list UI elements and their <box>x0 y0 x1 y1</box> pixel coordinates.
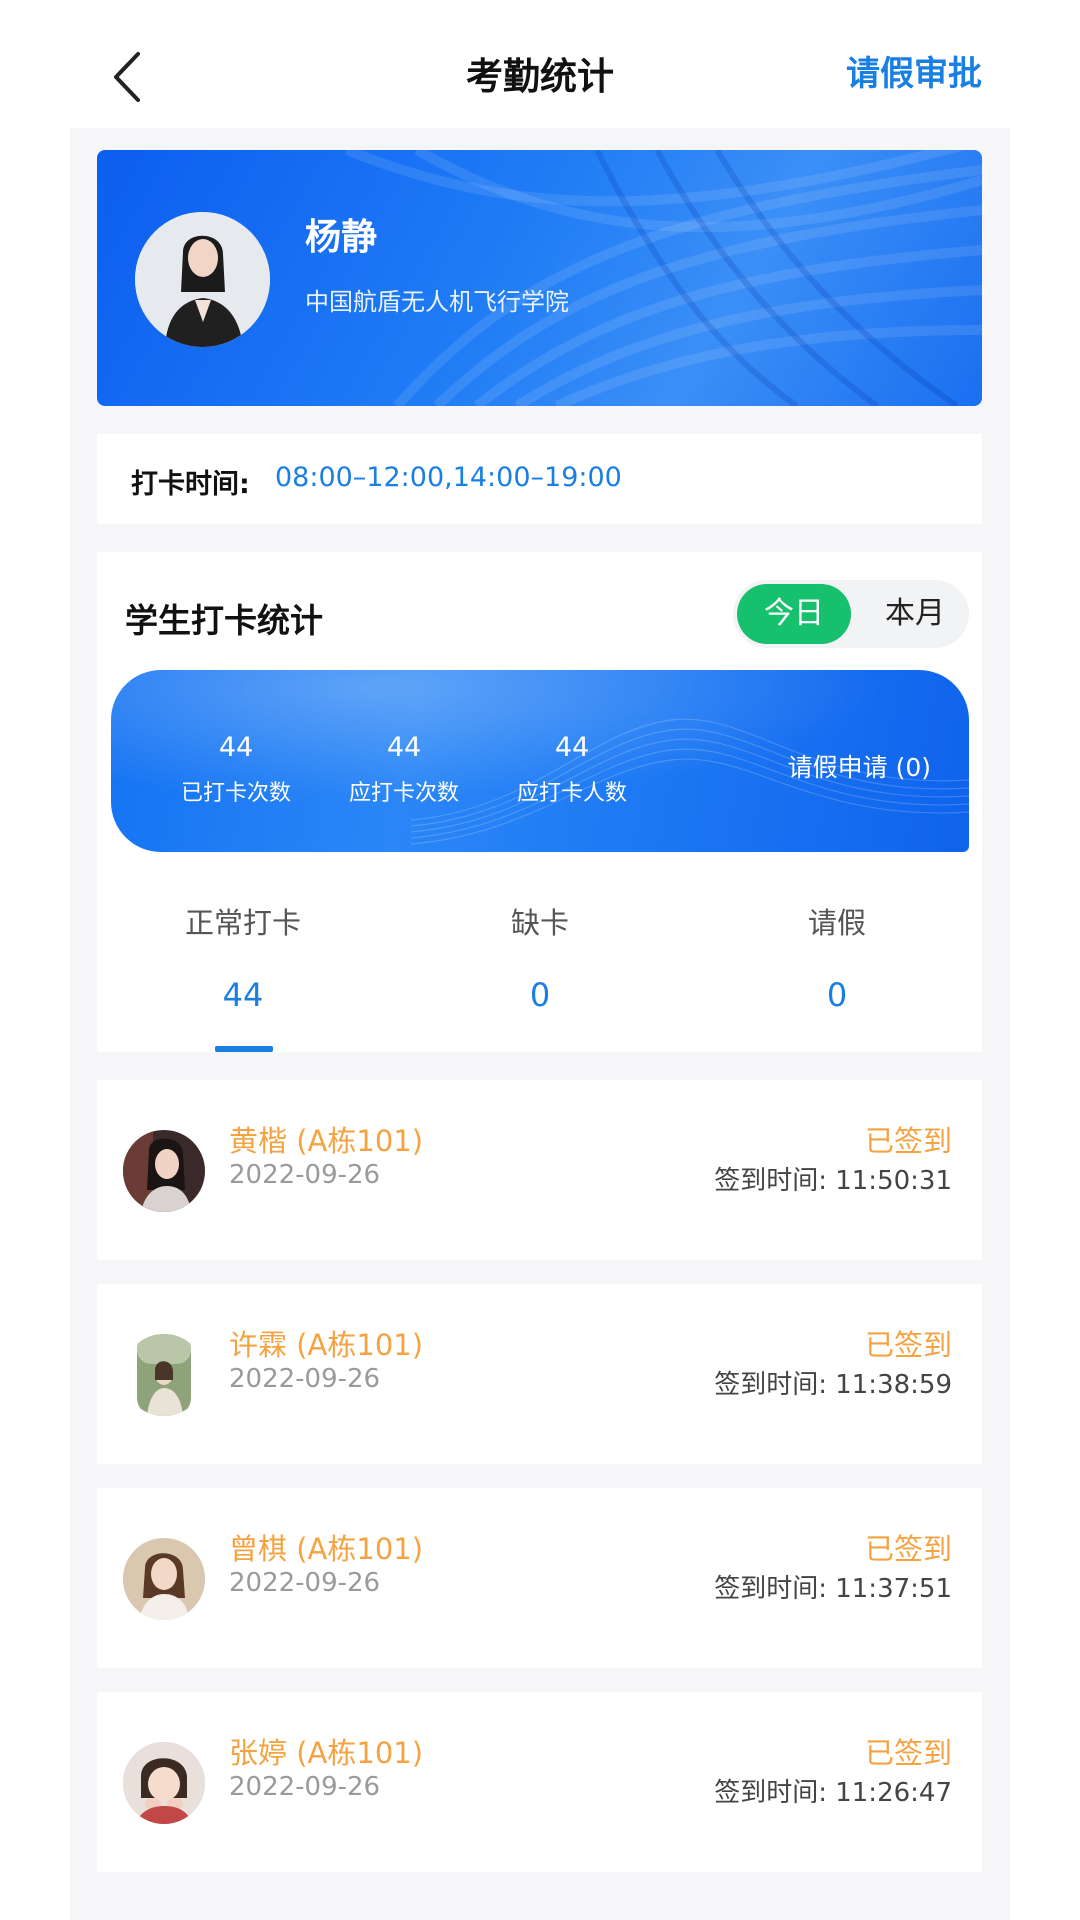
list-item[interactable]: 许霖 (A栋101) 2022-09-26 已签到 签到时间: 11:38:59 <box>97 1284 982 1464</box>
sign-in-time: 签到时间: 11:50:31 <box>714 1166 952 1196</box>
tab-label: 正常打卡 <box>184 906 301 940</box>
status-badge: 已签到 <box>864 1124 952 1158</box>
sign-in-time: 签到时间: 11:26:47 <box>714 1778 952 1808</box>
person-photo-icon <box>135 212 270 347</box>
summary-checked-count: 44 已打卡次数 <box>151 732 321 807</box>
summary-expected-count: 44 应打卡次数 <box>319 732 489 807</box>
summary-label: 应打卡人数 <box>516 781 627 806</box>
tab-label: 请假 <box>807 906 866 940</box>
summary-value: 44 <box>218 732 254 763</box>
profile-card: 杨静 中国航盾无人机飞行学院 <box>97 150 982 406</box>
top-nav-bar: 考勤统计 请假审批 <box>0 0 1080 140</box>
person-photo-icon <box>123 1130 205 1212</box>
list-item[interactable]: 黄楷 (A栋101) 2022-09-26 已签到 签到时间: 11:50:31 <box>97 1080 982 1260</box>
tab-leave[interactable]: 请假 0 <box>737 900 937 1014</box>
summary-expected-people: 44 应打卡人数 <box>487 732 657 807</box>
toggle-month[interactable]: 本月 <box>865 584 965 644</box>
toggle-today[interactable]: 今日 <box>737 584 851 644</box>
student-avatar <box>123 1538 205 1620</box>
list-item[interactable]: 曾棋 (A栋101) 2022-09-26 已签到 签到时间: 11:37:51 <box>97 1488 982 1668</box>
tab-normal[interactable]: 正常打卡 44 <box>143 900 343 1014</box>
record-date: 2022-09-26 <box>229 1160 381 1190</box>
tab-label: 缺卡 <box>510 906 569 940</box>
sign-in-time: 签到时间: 11:38:59 <box>714 1370 952 1400</box>
teacher-avatar <box>135 212 270 347</box>
summary-value: 44 <box>554 732 590 763</box>
tab-count: 44 <box>222 976 264 1014</box>
person-photo-icon <box>123 1742 205 1824</box>
record-date: 2022-09-26 <box>229 1772 381 1802</box>
summary-value: 44 <box>386 732 422 763</box>
summary-label: 已打卡次数 <box>180 781 291 806</box>
sign-in-time: 签到时间: 11:37:51 <box>714 1574 952 1604</box>
leave-apply-link[interactable]: 请假申请 (0) <box>788 748 931 784</box>
organization-name: 中国航盾无人机飞行学院 <box>305 288 569 316</box>
tab-missing[interactable]: 缺卡 0 <box>440 900 640 1014</box>
teacher-name: 杨静 <box>305 217 378 258</box>
student-name: 曾棋 (A栋101) <box>229 1532 424 1566</box>
student-name: 张婷 (A栋101) <box>229 1736 424 1770</box>
student-name: 黄楷 (A栋101) <box>229 1124 424 1158</box>
status-badge: 已签到 <box>864 1736 952 1770</box>
student-name: 许霖 (A栋101) <box>229 1328 424 1362</box>
record-date: 2022-09-26 <box>229 1568 381 1598</box>
person-photo-icon <box>123 1538 205 1620</box>
summary-banner: 44 已打卡次数 44 应打卡次数 44 应打卡人数 请假申请 (0) <box>111 670 969 852</box>
person-photo-icon <box>137 1334 191 1416</box>
student-avatar <box>123 1334 205 1416</box>
leave-approval-button[interactable]: 请假审批 <box>846 46 982 95</box>
list-item[interactable]: 张婷 (A栋101) 2022-09-26 已签到 签到时间: 11:26:47 <box>97 1692 982 1872</box>
status-badge: 已签到 <box>864 1532 952 1566</box>
period-toggle: 今日 本月 <box>733 580 969 648</box>
record-date: 2022-09-26 <box>229 1364 381 1394</box>
tab-count: 0 <box>529 976 551 1014</box>
status-badge: 已签到 <box>864 1328 952 1362</box>
stats-title: 学生打卡统计 <box>125 601 323 640</box>
clock-in-time-bar: 打卡时间: 08:00–12:00,14:00–19:00 <box>97 434 982 524</box>
attendance-page: 考勤统计 请假审批 杨静 中国航盾无人机飞行学院 打卡时间: 08:00–12:… <box>0 0 1080 1920</box>
student-avatar <box>123 1130 205 1212</box>
student-stats-card: 学生打卡统计 今日 本月 44 已打卡次数 44 应打卡次数 44 应打卡人数 … <box>97 552 982 1052</box>
student-avatar <box>123 1742 205 1824</box>
clock-in-time-value: 08:00–12:00,14:00–19:00 <box>275 462 622 493</box>
summary-label: 应打卡次数 <box>348 781 459 806</box>
tab-count: 0 <box>826 976 848 1014</box>
clock-in-time-label: 打卡时间: <box>131 469 250 500</box>
active-tab-indicator <box>215 1046 273 1052</box>
